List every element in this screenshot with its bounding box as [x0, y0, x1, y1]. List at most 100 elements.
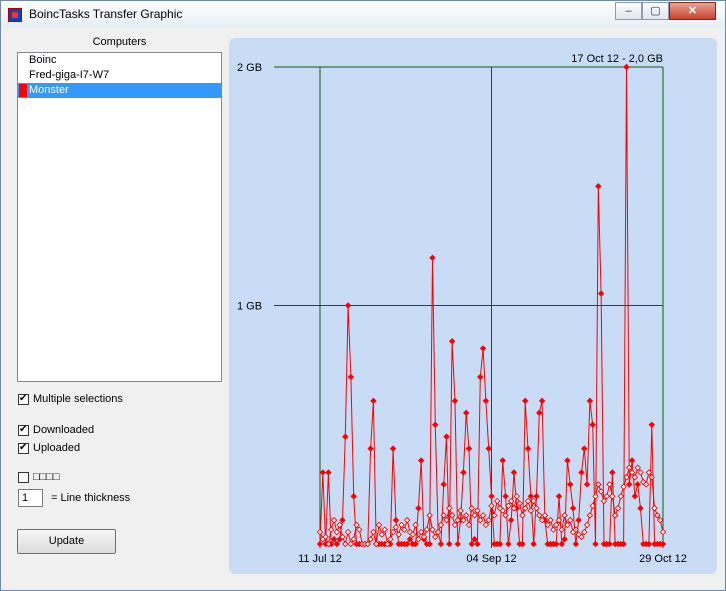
- checkbox-box[interactable]: [18, 441, 29, 454]
- line-thickness-row: 1 = Line thickness: [18, 489, 130, 507]
- downloaded-data-point: [443, 433, 450, 440]
- checkbox-box[interactable]: [18, 423, 29, 436]
- downloaded-data-point: [477, 373, 484, 381]
- list-item-boinc[interactable]: Boinc: [18, 53, 221, 68]
- downloaded-data-point: [502, 493, 509, 500]
- downloaded-data-point: [628, 457, 636, 464]
- uploaded-data-point: [547, 516, 554, 524]
- downloaded-data-point: [342, 433, 349, 440]
- uploaded-data-point: [344, 528, 352, 536]
- uploaded-data-point: [541, 512, 549, 519]
- downloaded-data-point: [440, 481, 447, 488]
- downloaded-data-point: [339, 516, 346, 524]
- uploaded-data-point: [513, 493, 521, 500]
- uploaded-data-point: [342, 540, 349, 548]
- uploaded-data-point: [370, 528, 377, 536]
- uploaded-data-point: [477, 516, 484, 524]
- uploaded-data-point: [614, 504, 622, 512]
- multiple-selections-label: Multiple selections: [33, 393, 123, 405]
- downloaded-data-point: [648, 421, 655, 428]
- close-button[interactable]: ✕: [669, 2, 716, 20]
- line-thickness-input[interactable]: 1: [18, 489, 43, 507]
- downloaded-data-point: [505, 540, 512, 548]
- uploaded-data-point: [432, 533, 439, 541]
- downloaded-label: Downloaded: [33, 424, 95, 436]
- downloaded-data-point: [558, 540, 566, 548]
- downloaded-data-point: [527, 493, 535, 500]
- update-button[interactable]: Update: [17, 529, 116, 554]
- computers-label: Computers: [92, 36, 147, 48]
- downloaded-data-point: [451, 397, 459, 405]
- uploaded-data-point: [583, 521, 591, 529]
- downloaded-data-point: [555, 493, 563, 500]
- multiple-selections-checkbox[interactable]: Multiple selections: [18, 392, 123, 407]
- title-bar[interactable]: BoincTasks Transfer Graphic ‒ ▢ ✕: [1, 1, 725, 28]
- downloaded-data-point: [325, 469, 332, 476]
- uploaded-data-point: [558, 526, 566, 533]
- uploaded-data-point: [389, 528, 397, 536]
- downloaded-checkbox[interactable]: Downloaded: [18, 423, 95, 438]
- uploaded-data-point: [398, 521, 405, 529]
- uploaded-data-point: [533, 504, 540, 512]
- downloaded-data-point: [637, 504, 644, 512]
- uploaded-checkbox[interactable]: Uploaded: [18, 441, 80, 456]
- uploaded-data-point: [446, 504, 453, 512]
- downloaded-data-point: [479, 345, 487, 352]
- minimize-button[interactable]: ‒: [615, 2, 642, 20]
- uploaded-data-point: [474, 507, 481, 514]
- downloaded-data-point: [578, 469, 585, 476]
- downloaded-data-point: [609, 469, 616, 476]
- uploaded-data-point: [550, 526, 557, 533]
- uploaded-data-point: [530, 497, 537, 505]
- uploaded-data-point: [611, 512, 619, 519]
- y-tick-label: 2 GB: [237, 62, 262, 74]
- uploaded-data-point: [654, 512, 661, 519]
- uploaded-data-point: [387, 535, 394, 543]
- downloaded-data-point: [474, 540, 481, 548]
- computers-list[interactable]: Boinc Fred-giga-I7-W7 Monster: [17, 52, 222, 382]
- uploaded-data-point: [482, 521, 490, 529]
- downloaded-data-point: [626, 481, 633, 488]
- downloaded-data-point: [586, 397, 594, 405]
- list-item-monster[interactable]: Monster: [18, 83, 221, 98]
- downloaded-data-point: [333, 540, 341, 548]
- downloaded-data-point: [538, 397, 546, 405]
- uploaded-data-point: [392, 524, 400, 531]
- downloaded-data-point: [432, 421, 439, 428]
- uploaded-data-point: [561, 512, 568, 519]
- uploaded-data-point: [448, 512, 456, 519]
- unlabeled-checkbox[interactable]: □□□□: [18, 471, 60, 485]
- uploaded-data-point: [330, 516, 338, 524]
- uploaded-data-point: [437, 521, 445, 529]
- downloaded-data-point: [485, 445, 492, 452]
- downloaded-data-point: [631, 493, 639, 500]
- downloaded-data-point: [522, 397, 529, 405]
- uploaded-data-point: [353, 521, 360, 529]
- uploaded-data-point: [651, 504, 658, 512]
- window-title: BoincTasks Transfer Graphic: [29, 7, 183, 21]
- uploaded-data-point: [592, 493, 599, 500]
- uploaded-data-point: [617, 493, 625, 500]
- maximize-button[interactable]: ▢: [642, 2, 669, 20]
- downloaded-data-point: [468, 540, 476, 548]
- uploaded-data-point: [367, 535, 374, 543]
- uploaded-data-point: [333, 528, 341, 536]
- uploaded-data-point: [423, 526, 431, 533]
- uploaded-data-point: [488, 502, 495, 510]
- downloaded-data-point: [561, 535, 568, 543]
- list-item-label: Boinc: [29, 54, 57, 66]
- y-tick-label: 1 GB: [237, 301, 262, 313]
- uploaded-data-point: [623, 473, 630, 481]
- downloaded-data-point: [462, 409, 470, 417]
- downloaded-data-point: [581, 445, 588, 452]
- downloaded-data-point: [350, 493, 357, 500]
- list-item-fred-giga[interactable]: Fred-giga-I7-W7: [18, 68, 221, 83]
- uploaded-data-point: [485, 516, 492, 524]
- downloaded-data-point: [510, 469, 518, 476]
- x-tick-label: 04 Sep 12: [466, 553, 516, 565]
- uploaded-data-point: [381, 526, 388, 533]
- checkbox-box[interactable]: [18, 392, 29, 405]
- downloaded-data-point: [330, 535, 338, 543]
- downloaded-data-point: [530, 540, 537, 548]
- checkbox-box[interactable]: [18, 472, 29, 483]
